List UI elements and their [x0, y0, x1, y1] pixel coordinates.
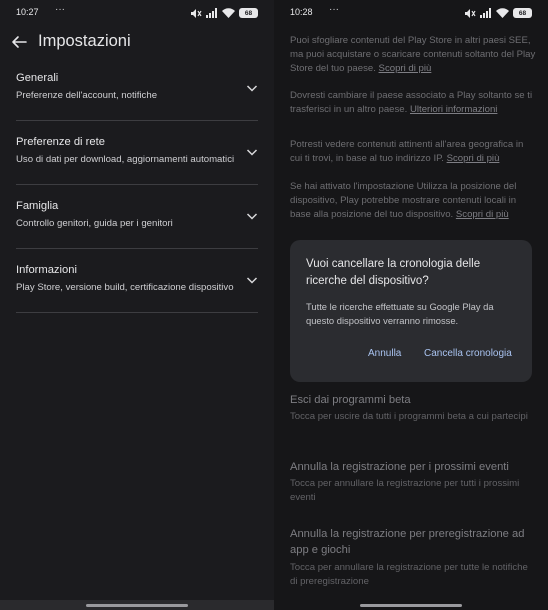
- learn-more-link[interactable]: Scopri di più: [379, 63, 432, 74]
- chevron-down-icon: [246, 149, 258, 156]
- status-bar: 10:27 ··· 68: [0, 0, 274, 26]
- menu-item-title: Famiglia: [16, 200, 59, 212]
- settings-screen: 10:27 ··· 68 Impostazioni Generali Prefe…: [0, 0, 274, 610]
- learn-more-link[interactable]: Scopri di più: [447, 153, 500, 164]
- setting-subtitle: Tocca per uscire da tutti i programmi be…: [290, 411, 528, 422]
- settings-menu: Generali Preferenze dell'account, notifi…: [0, 64, 274, 320]
- learn-more-link[interactable]: Scopri di più: [456, 209, 509, 220]
- chevron-down-icon: [246, 213, 258, 220]
- setting-subtitle: Tocca per annullare la registrazione per…: [290, 478, 520, 503]
- chevron-down-icon: [246, 85, 258, 92]
- menu-item-preferenze-di-rete[interactable]: Preferenze di rete Uso di dati per downl…: [0, 128, 274, 192]
- page-title: Impostazioni: [38, 32, 131, 50]
- settings-detail-screen: 10:28 ··· 68 Puoi sfogliare contenuti de…: [274, 0, 548, 610]
- signal-icon: [480, 8, 491, 18]
- menu-item-subtitle: Controllo genitori, guida per i genitori: [16, 218, 173, 229]
- wifi-icon: [222, 8, 235, 18]
- more-info-link[interactable]: Ulteriori informazioni: [410, 104, 497, 115]
- info-paragraph: Potresti vedere contenuti attinenti all'…: [290, 138, 536, 166]
- setting-title: Annulla la registrazione per preregistra…: [290, 528, 525, 556]
- mute-icon: [465, 8, 476, 18]
- battery-level: 68: [518, 9, 527, 17]
- battery-icon: 68: [513, 8, 532, 18]
- menu-item-generali[interactable]: Generali Preferenze dell'account, notifi…: [0, 64, 274, 128]
- status-time: 10:28: [290, 7, 313, 17]
- mute-icon: [191, 8, 202, 18]
- menu-item-subtitle: Uso di dati per download, aggiornamenti …: [16, 154, 235, 165]
- menu-item-title: Generali: [16, 72, 59, 84]
- menu-item-informazioni[interactable]: Informazioni Play Store, versione build,…: [0, 256, 274, 320]
- setting-subtitle: Tocca per annullare la registrazione per…: [290, 562, 528, 587]
- divider: [16, 312, 258, 313]
- cancel-button[interactable]: Annulla: [368, 348, 401, 359]
- dialog-title: Vuoi cancellare la cronologia delle rice…: [306, 258, 481, 287]
- gesture-handle[interactable]: [86, 604, 188, 607]
- info-paragraph: Se hai attivato l'impostazione Utilizza …: [290, 180, 536, 221]
- menu-item-subtitle: Preferenze dell'account, notifiche: [16, 90, 158, 101]
- status-icons: 68: [190, 7, 258, 19]
- menu-item-subtitle: Play Store, versione build, certificazio…: [16, 282, 234, 293]
- chevron-down-icon: [246, 277, 258, 284]
- menu-item-famiglia[interactable]: Famiglia Controllo genitori, guida per i…: [0, 192, 274, 256]
- notification-dots: ···: [55, 4, 65, 15]
- clear-history-dialog: Vuoi cancellare la cronologia delle rice…: [290, 240, 532, 382]
- info-paragraph: Puoi sfogliare contenuti del Play Store …: [290, 34, 536, 75]
- wifi-icon: [496, 8, 509, 18]
- divider: [16, 120, 258, 121]
- battery-level: 68: [244, 9, 253, 17]
- dialog-message: Tutte le ricerche effettuate su Google P…: [306, 301, 494, 326]
- info-paragraph: Dovresti cambiare il paese associato a P…: [290, 89, 536, 117]
- status-time: 10:27: [16, 7, 39, 17]
- notification-dots: ···: [329, 4, 339, 15]
- menu-item-title: Informazioni: [16, 264, 77, 276]
- status-bar: 10:28 ··· 68: [274, 0, 548, 26]
- gesture-handle[interactable]: [360, 604, 462, 607]
- battery-icon: 68: [239, 8, 258, 18]
- back-arrow-icon[interactable]: [10, 33, 28, 51]
- setting-title: Esci dai programmi beta: [290, 394, 411, 406]
- clear-history-button[interactable]: Cancella cronologia: [424, 348, 512, 359]
- divider: [16, 184, 258, 185]
- app-bar: Impostazioni: [0, 28, 274, 56]
- menu-item-title: Preferenze di rete: [16, 136, 105, 148]
- divider: [16, 248, 258, 249]
- setting-title: Annulla la registrazione per i prossimi …: [290, 461, 509, 473]
- signal-icon: [206, 8, 217, 18]
- status-icons: 68: [464, 7, 532, 19]
